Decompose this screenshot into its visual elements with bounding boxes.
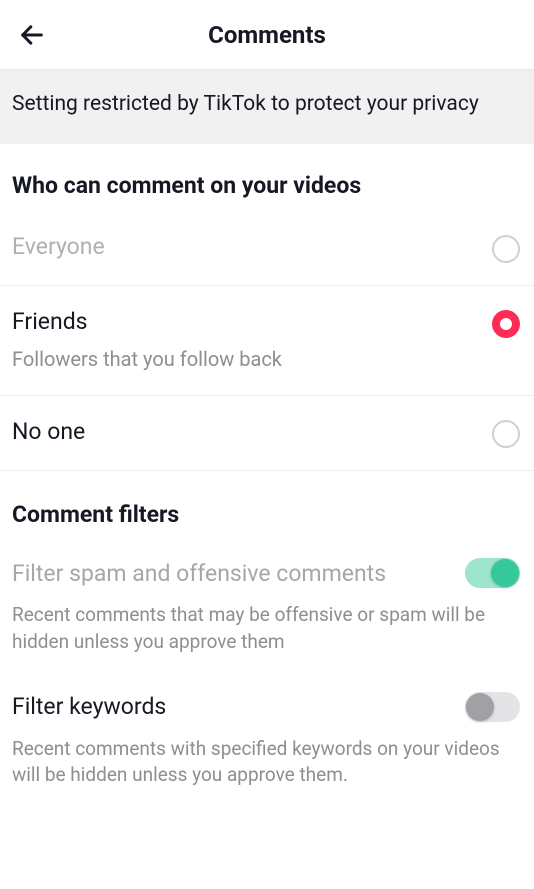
header: Comments (0, 0, 534, 70)
option-description: Followers that you follow back (12, 345, 492, 373)
filter-row: Filter keywords Recent comments with spec… (0, 672, 534, 805)
toggle-knob (491, 559, 519, 587)
comment-filters-title: Comment filters (0, 471, 534, 538)
who-can-comment-title: Who can comment on your videos (0, 144, 534, 211)
toggle-switch[interactable] (465, 692, 520, 722)
toggle-knob (466, 693, 494, 721)
radio-button[interactable] (492, 420, 520, 448)
back-button[interactable] (12, 15, 52, 55)
filter-description: Recent comments that may be offensive or… (12, 602, 520, 655)
filter-description: Recent comments with specified keywords … (12, 736, 520, 789)
comment-option-row[interactable]: Friends Followers that you follow back (0, 286, 534, 396)
filter-label: Filter spam and offensive comments (12, 560, 386, 587)
radio-button[interactable] (492, 310, 520, 338)
option-label: Friends (12, 308, 492, 335)
restriction-banner: Setting restricted by TikTok to protect … (0, 70, 534, 144)
option-label: Everyone (12, 233, 492, 260)
option-label: No one (12, 418, 492, 445)
comment-option-row[interactable]: Everyone (0, 211, 534, 286)
toggle-switch[interactable] (465, 558, 520, 588)
comment-option-row[interactable]: No one (0, 396, 534, 471)
page-title: Comments (208, 21, 326, 49)
back-arrow-icon (18, 21, 46, 49)
filter-row: Filter spam and offensive comments Recent… (0, 538, 534, 671)
filter-label: Filter keywords (12, 693, 166, 720)
radio-button[interactable] (492, 235, 520, 263)
